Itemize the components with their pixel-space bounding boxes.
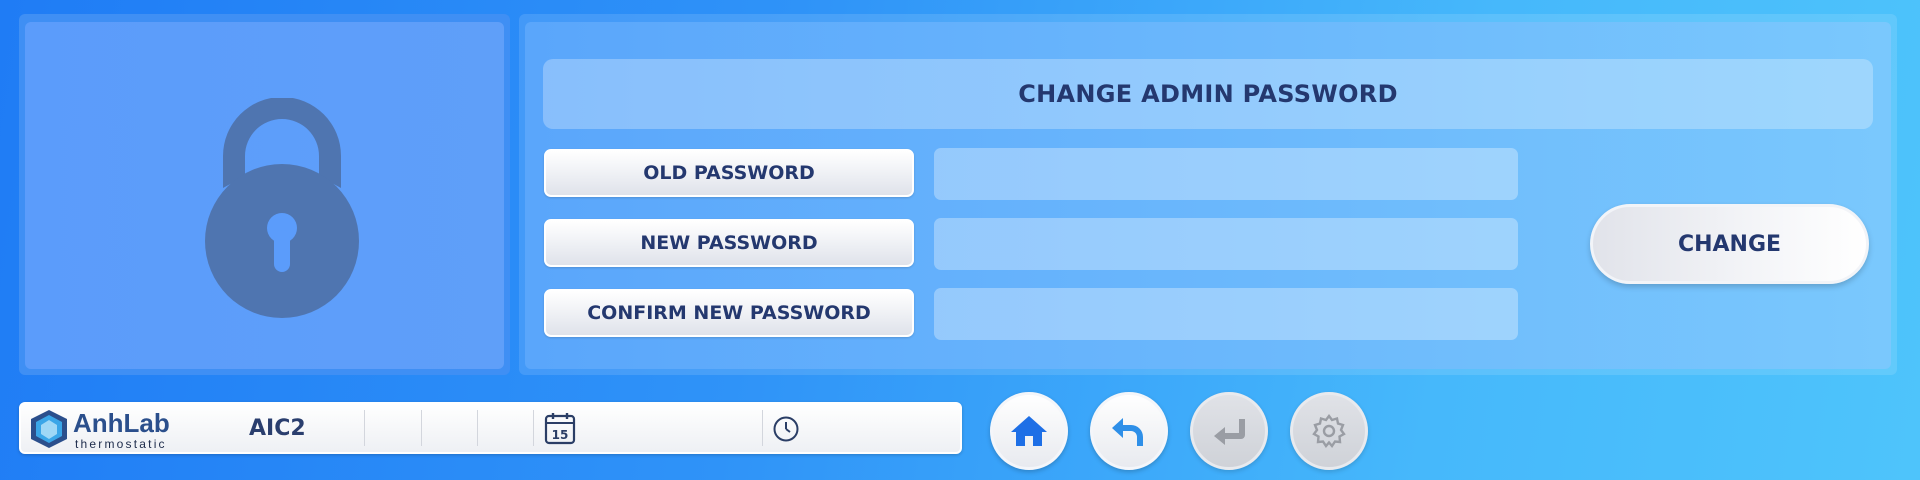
brand-hexagon-icon — [31, 410, 67, 448]
divider — [762, 410, 763, 446]
confirm-password-field[interactable] — [934, 288, 1518, 340]
new-password-field[interactable] — [934, 218, 1518, 270]
new-password-button[interactable]: NEW PASSWORD — [544, 219, 914, 267]
enter-return-icon — [1214, 419, 1245, 445]
calendar-day: 15 — [552, 428, 569, 442]
back-button[interactable] — [1090, 392, 1168, 470]
settings-button[interactable] — [1290, 392, 1368, 470]
old-password-field[interactable] — [934, 148, 1518, 200]
change-button[interactable]: CHANGE — [1590, 204, 1869, 284]
brand-name: AnhLab — [73, 408, 170, 438]
status-bar: AnhLab thermostatic AIC2 15 — [19, 402, 962, 454]
device-name: AIC2 — [249, 416, 306, 441]
divider — [421, 410, 422, 446]
divider — [533, 410, 534, 446]
confirm-password-button[interactable]: CONFIRM NEW PASSWORD — [544, 289, 914, 337]
divider — [364, 410, 365, 446]
padlock-icon — [205, 98, 359, 318]
home-icon — [1011, 416, 1047, 446]
gear-icon — [1312, 414, 1346, 448]
brand-logo: AnhLab thermostatic — [27, 408, 207, 451]
calendar-icon: 15 — [544, 413, 576, 445]
enter-button[interactable] — [1190, 392, 1268, 470]
divider — [477, 410, 478, 446]
undo-arrow-icon — [1112, 418, 1143, 446]
clock-icon — [773, 416, 799, 442]
page-title: CHANGE ADMIN PASSWORD — [543, 59, 1873, 129]
home-button[interactable] — [990, 392, 1068, 470]
brand-subtitle: thermostatic — [75, 437, 167, 451]
lock-panel — [19, 14, 510, 375]
old-password-button[interactable]: OLD PASSWORD — [544, 149, 914, 197]
